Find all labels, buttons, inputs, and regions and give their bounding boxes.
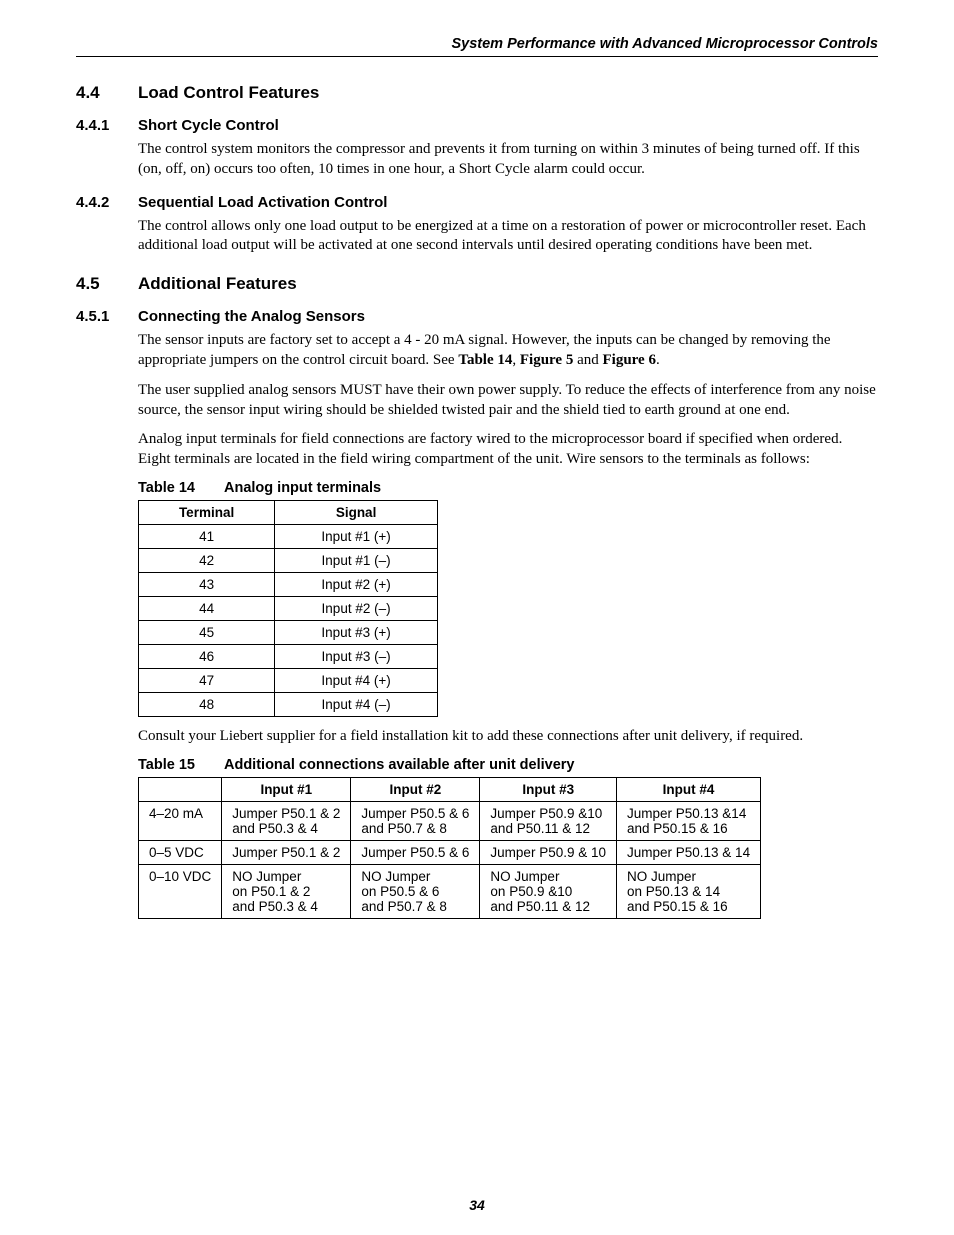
- table-title: Analog input terminals: [224, 480, 381, 496]
- running-header: System Performance with Advanced Micropr…: [76, 36, 878, 57]
- subsection-number: 4.4.2: [76, 194, 138, 211]
- table-row: 44Input #2 (–): [139, 596, 438, 620]
- table-15: Input #1 Input #2 Input #3 Input #4 4–20…: [138, 777, 761, 919]
- cell: NO Jumperon P50.13 & 14and P50.15 & 16: [617, 864, 761, 918]
- paragraph: Analog input terminals for field connect…: [138, 430, 878, 470]
- cell: 44: [139, 596, 275, 620]
- col-input-4: Input #4: [617, 777, 761, 801]
- row-label: 0–5 VDC: [139, 840, 222, 864]
- section-title: Load Control Features: [138, 83, 319, 103]
- subsection-title: Connecting the Analog Sensors: [138, 308, 365, 325]
- table-row: 0–10 VDC NO Jumperon P50.1 & 2and P50.3 …: [139, 864, 761, 918]
- page: System Performance with Advanced Micropr…: [0, 0, 954, 1235]
- paragraph: The control system monitors the compress…: [138, 140, 878, 180]
- cell: Jumper P50.1 & 2and P50.3 & 4: [222, 801, 351, 840]
- paragraph: Consult your Liebert supplier for a fiel…: [138, 727, 878, 747]
- table-14-caption: Table 14Analog input terminals: [138, 480, 878, 496]
- text: ,: [512, 352, 520, 368]
- row-label: 4–20 mA: [139, 801, 222, 840]
- cell: Jumper P50.9 & 10: [480, 840, 617, 864]
- cell: Input #4 (+): [275, 668, 438, 692]
- table-15-caption: Table 15Additional connections available…: [138, 757, 878, 773]
- cell: 41: [139, 524, 275, 548]
- cell: Input #3 (+): [275, 620, 438, 644]
- table-label: Table 15: [138, 757, 224, 773]
- table-row: 0–5 VDC Jumper P50.1 & 2 Jumper P50.5 & …: [139, 840, 761, 864]
- xref-table-14: Table 14: [458, 352, 512, 368]
- cell: Jumper P50.1 & 2: [222, 840, 351, 864]
- paragraph: The user supplied analog sensors MUST ha…: [138, 381, 878, 421]
- section-4-4-1-heading: 4.4.1 Short Cycle Control: [76, 117, 878, 134]
- section-number: 4.5: [76, 274, 138, 294]
- col-signal: Signal: [275, 500, 438, 524]
- text: .: [656, 352, 660, 368]
- section-4-5-heading: 4.5 Additional Features: [76, 274, 878, 294]
- col-input-3: Input #3: [480, 777, 617, 801]
- paragraph: The control allows only one load output …: [138, 217, 878, 257]
- table-row: 46Input #3 (–): [139, 644, 438, 668]
- subsection-title: Short Cycle Control: [138, 117, 279, 134]
- col-input-2: Input #2: [351, 777, 480, 801]
- table-row: 48Input #4 (–): [139, 692, 438, 716]
- cell: Input #2 (+): [275, 572, 438, 596]
- cell: 45: [139, 620, 275, 644]
- col-terminal: Terminal: [139, 500, 275, 524]
- cell: NO Jumperon P50.9 &10and P50.11 & 12: [480, 864, 617, 918]
- table-title: Additional connections available after u…: [224, 757, 575, 773]
- cell: Jumper P50.13 & 14: [617, 840, 761, 864]
- col-blank: [139, 777, 222, 801]
- cell: Input #4 (–): [275, 692, 438, 716]
- table-14: Terminal Signal 41Input #1 (+) 42Input #…: [138, 500, 438, 717]
- subsection-title: Sequential Load Activation Control: [138, 194, 387, 211]
- table-header-row: Input #1 Input #2 Input #3 Input #4: [139, 777, 761, 801]
- cell: Input #1 (–): [275, 548, 438, 572]
- cell: Jumper P50.9 &10and P50.11 & 12: [480, 801, 617, 840]
- paragraph: The sensor inputs are factory set to acc…: [138, 331, 878, 371]
- section-number: 4.4: [76, 83, 138, 103]
- cell: 48: [139, 692, 275, 716]
- table-row: 4–20 mA Jumper P50.1 & 2and P50.3 & 4 Ju…: [139, 801, 761, 840]
- table-row: 45Input #3 (+): [139, 620, 438, 644]
- cell: Jumper P50.5 & 6: [351, 840, 480, 864]
- table-row: 47Input #4 (+): [139, 668, 438, 692]
- table-header-row: Terminal Signal: [139, 500, 438, 524]
- cell: NO Jumperon P50.1 & 2and P50.3 & 4: [222, 864, 351, 918]
- row-label: 0–10 VDC: [139, 864, 222, 918]
- cell: Input #1 (+): [275, 524, 438, 548]
- cell: Input #2 (–): [275, 596, 438, 620]
- cell: 43: [139, 572, 275, 596]
- page-number: 34: [0, 1197, 954, 1213]
- section-title: Additional Features: [138, 274, 297, 294]
- cell: 42: [139, 548, 275, 572]
- subsection-number: 4.5.1: [76, 308, 138, 325]
- cell: Jumper P50.5 & 6and P50.7 & 8: [351, 801, 480, 840]
- xref-figure-6: Figure 6: [603, 352, 656, 368]
- cell: Input #3 (–): [275, 644, 438, 668]
- cell: Jumper P50.13 &14and P50.15 & 16: [617, 801, 761, 840]
- col-input-1: Input #1: [222, 777, 351, 801]
- table-row: 42Input #1 (–): [139, 548, 438, 572]
- xref-figure-5: Figure 5: [520, 352, 573, 368]
- section-4-4-2-heading: 4.4.2 Sequential Load Activation Control: [76, 194, 878, 211]
- table-row: 41Input #1 (+): [139, 524, 438, 548]
- cell: NO Jumperon P50.5 & 6and P50.7 & 8: [351, 864, 480, 918]
- cell: 46: [139, 644, 275, 668]
- table-row: 43Input #2 (+): [139, 572, 438, 596]
- table-label: Table 14: [138, 480, 224, 496]
- cell: 47: [139, 668, 275, 692]
- section-4-5-1-heading: 4.5.1 Connecting the Analog Sensors: [76, 308, 878, 325]
- section-4-4-heading: 4.4 Load Control Features: [76, 83, 878, 103]
- text: and: [573, 352, 602, 368]
- subsection-number: 4.4.1: [76, 117, 138, 134]
